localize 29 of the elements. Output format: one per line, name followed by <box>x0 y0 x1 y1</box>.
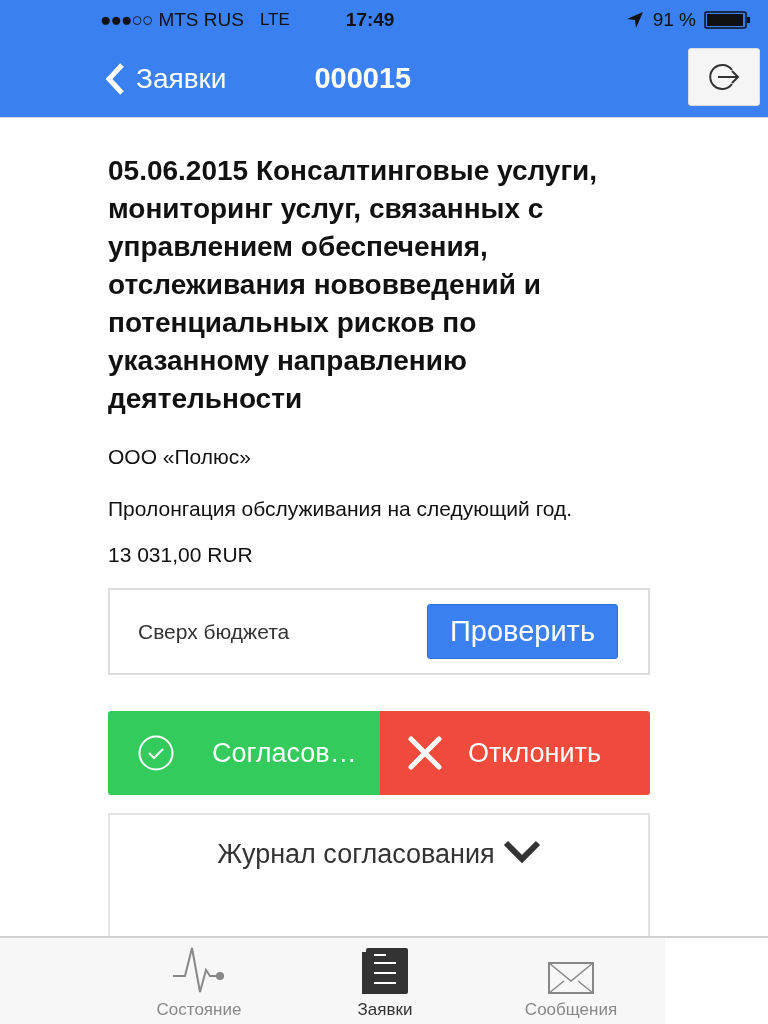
request-description: Пролонгация обслуживания на следующий год. <box>108 496 574 522</box>
nav-title: 000015 <box>314 62 412 95</box>
location-arrow-icon <box>626 12 643 28</box>
logout-button[interactable] <box>688 48 760 106</box>
approve-button[interactable]: Согласов… <box>108 711 380 795</box>
network-type: LTE <box>259 10 290 30</box>
envelope-icon <box>548 962 594 994</box>
check-circle-icon <box>138 735 174 771</box>
company-name: ООО «Полюс» <box>108 444 252 470</box>
battery-icon <box>704 11 750 29</box>
chevron-left-icon <box>104 61 126 96</box>
journal-toggle[interactable]: Журнал согласования <box>108 813 650 936</box>
clock-time: 17:49 <box>345 9 395 31</box>
tab-item[interactable]: Заявки <box>292 938 478 1024</box>
carrier-name: MTS RUS <box>158 9 244 31</box>
logout-icon <box>708 61 740 93</box>
budget-label: Сверх бюджета <box>138 619 290 644</box>
reject-button[interactable]: Отклонить <box>380 711 650 795</box>
battery-percent: 91 % <box>652 9 696 31</box>
pulse-icon <box>172 946 226 994</box>
signal-strength: ●●●○○ <box>100 9 153 31</box>
check-button[interactable]: Проверить <box>426 604 618 659</box>
tab-item[interactable]: Сообщения <box>478 938 664 1024</box>
document-icon <box>362 948 408 994</box>
tab-item[interactable]: Состояние <box>106 938 292 1024</box>
request-amount: 13 031,00 RUR <box>108 542 254 568</box>
close-icon <box>408 736 442 770</box>
request-title: 05.06.2015 Консалтинговые услуги, мониторинг услуг, связанных с управлением обеспечения, отслеживания нововведений и потенциальных рисков по указанному направлению деятельности <box>108 154 599 416</box>
back-button[interactable]: Заявки <box>104 61 227 96</box>
